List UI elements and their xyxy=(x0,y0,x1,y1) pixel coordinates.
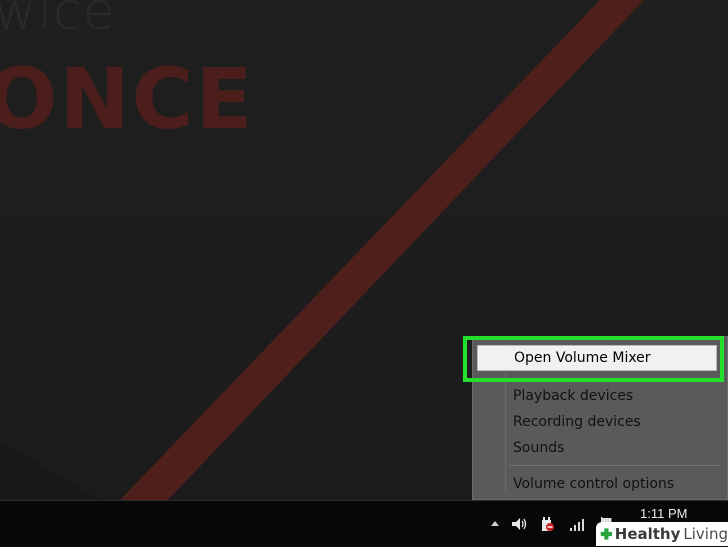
menu-separator xyxy=(509,465,721,466)
speaker-icon[interactable] xyxy=(510,515,528,533)
wallpaper-text-small: wice xyxy=(0,0,116,42)
plus-cross-icon xyxy=(600,528,613,540)
power-plug-icon[interactable] xyxy=(538,515,556,533)
menu-item-volume-control-options[interactable]: Volume control options xyxy=(473,471,725,497)
taskbar-clock[interactable]: 1:11 PM xyxy=(640,506,687,521)
menu-item-playback-devices[interactable]: Playback devices xyxy=(473,383,725,409)
signal-bars-icon[interactable] xyxy=(568,515,586,533)
menu-item-open-volume-mixer[interactable]: Open Volume Mixer xyxy=(477,345,717,371)
wallpaper-text-large: ONCE xyxy=(0,50,255,148)
watermark-healthy-text: Healthy xyxy=(614,525,681,543)
menu-item-sounds[interactable]: Sounds xyxy=(473,435,725,461)
healthy-living-watermark: Healthy Living xyxy=(596,522,728,546)
menu-item-recording-devices[interactable]: Recording devices xyxy=(473,409,725,435)
show-hidden-icons-arrow[interactable] xyxy=(486,515,504,533)
watermark-living-text: Living xyxy=(683,525,728,543)
volume-context-menu: Open Volume Mixer Playback devices Recor… xyxy=(472,336,728,500)
